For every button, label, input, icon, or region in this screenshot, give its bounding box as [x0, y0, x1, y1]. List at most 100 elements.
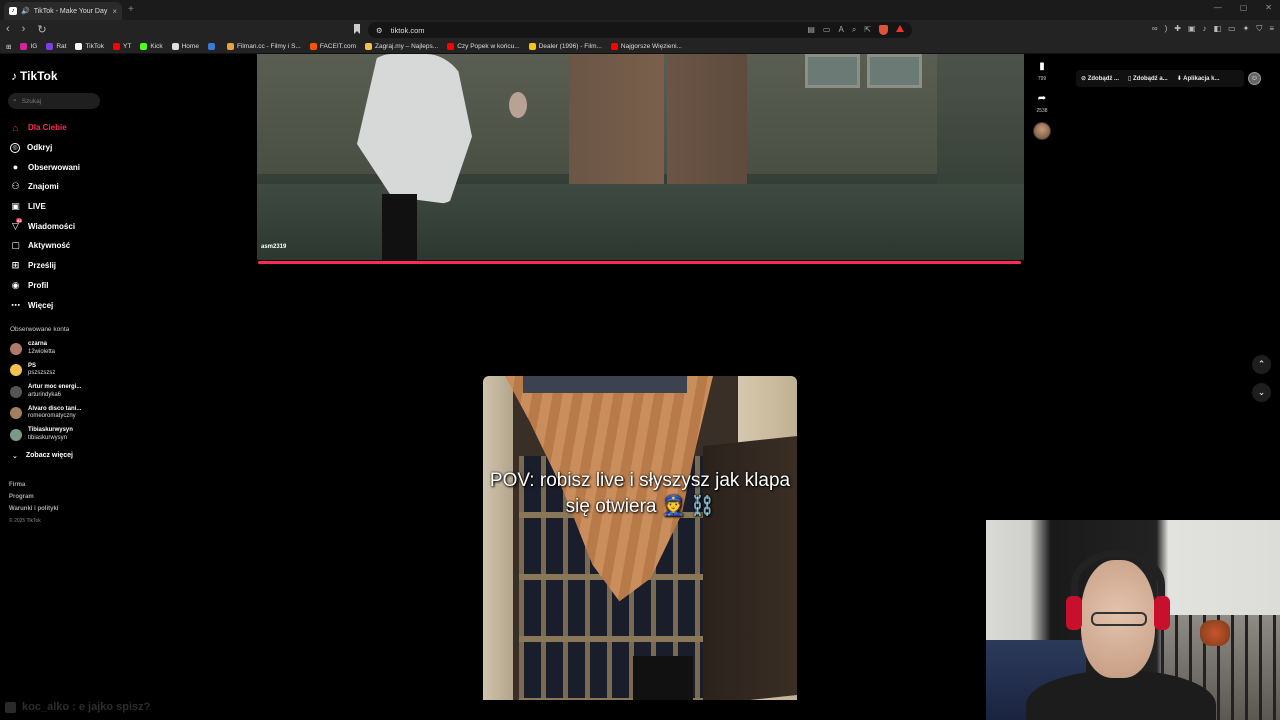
translate-icon[interactable]: A — [838, 25, 843, 35]
video-frame — [805, 54, 860, 88]
extensions-puzzle-icon[interactable]: ✚ — [1174, 24, 1181, 34]
sidebar-footer: Firma Program Warunki i polityki © 2025 … — [9, 479, 58, 527]
footer-link-company[interactable]: Firma — [9, 479, 58, 491]
browser-tab-tiktok[interactable]: ♪ 🔊 TikTok - Make Your Day × — [4, 2, 122, 20]
followed-accounts-heading: Obserwowane konta — [10, 326, 70, 333]
close-window-button[interactable]: ✕ — [1265, 3, 1272, 12]
tab-close-icon[interactable]: × — [112, 7, 117, 16]
bookmark-item[interactable]: Dealer (1996) - Film... — [528, 43, 602, 50]
tiktok-favicon-icon: ♪ — [9, 7, 17, 15]
search-placeholder: Szukaj — [21, 97, 42, 105]
sidebar-item-label: LIVE — [28, 202, 46, 212]
sidebar-item-activity[interactable]: ▢ Aktywność — [10, 236, 80, 256]
video-author[interactable]: asm2319 — [261, 244, 286, 250]
sidebar-item-label: Odkryj — [27, 143, 53, 153]
extension-icon[interactable]: ) — [1165, 24, 1168, 34]
video-player-1[interactable]: asm2319 — [257, 54, 1024, 260]
forward-button[interactable]: › — [22, 23, 26, 36]
bookmark-icon[interactable]: ▮ — [1034, 58, 1050, 74]
zoom-icon[interactable]: ⌕ — [852, 25, 856, 35]
bookmark-item[interactable]: TikTok — [75, 43, 104, 50]
bookmark-item[interactable]: Filman.cc - Filmy i S... — [226, 43, 301, 50]
reload-button[interactable]: ↻ — [37, 23, 46, 36]
extension-icon[interactable]: ∞ — [1152, 24, 1158, 34]
brave-shield-icon[interactable] — [879, 25, 888, 35]
video-frame — [357, 54, 472, 204]
sidebar-nav: ⌂ Dla Ciebie ◎ Odkryj ● Obserwowani ⚇ Znajomi ▣ L… — [10, 118, 80, 315]
bookmark-favicon-icon — [75, 43, 83, 50]
site-info-icon[interactable]: ⚙ — [376, 26, 383, 35]
followed-account[interactable]: Tibiaskurwysyn tibiaskurwysyn — [10, 424, 81, 446]
browser-toolbar: ‹ › ↻ ⚙ tiktok.com ▤ ▭ A ⌕ ⇱ ∞ ) ✚ ▣ ♪ ◧… — [0, 20, 1280, 40]
get-app-button[interactable]: ▯ Zdobądź a... — [1128, 75, 1168, 82]
sidebar-item-label: Aktywność — [28, 241, 71, 251]
bookmark-item[interactable]: Home — [171, 43, 199, 50]
bookmark-item[interactable]: Najgorsze Więzieni... — [610, 43, 682, 50]
new-tab-button[interactable]: + — [128, 4, 134, 15]
footer-link-terms[interactable]: Warunki i polityki — [9, 503, 58, 515]
followed-account[interactable]: PS pszszszsz — [10, 360, 81, 382]
menu-icon[interactable]: ≡ — [1269, 24, 1274, 34]
apps-grid-icon[interactable]: ⊞ — [6, 43, 11, 51]
bookmark-item[interactable]: Zagraj.my – Najleps... — [364, 43, 438, 50]
followed-account[interactable]: czarna 12wioletta — [10, 338, 81, 360]
sidebar-item-upload[interactable]: ⊞ Prześlij — [10, 256, 80, 276]
share-icon[interactable]: ➦ — [1034, 90, 1050, 106]
reader-icon[interactable]: ▤ — [807, 25, 815, 35]
video-player-2[interactable]: POV: robisz live i słyszysz jak klapa si… — [483, 376, 797, 700]
vpn-icon[interactable]: ⛉ — [1256, 24, 1262, 34]
music-icon[interactable]: ♪ — [1203, 24, 1207, 34]
install-icon[interactable]: ▭ — [823, 25, 831, 35]
brave-rewards-icon[interactable] — [896, 25, 904, 32]
share-page-icon[interactable]: ⇱ — [864, 25, 871, 35]
bookmark-label: Najgorsze Więzieni... — [620, 43, 682, 50]
sidebar-item-more[interactable]: ⋯ Więcej — [10, 295, 80, 315]
bookmark-favicon-icon — [171, 43, 179, 50]
sidebar-item-live[interactable]: ▣ LIVE — [10, 197, 80, 217]
sidebar-item-profile[interactable]: ◉ Profil — [10, 276, 80, 296]
webcam-frame — [1154, 596, 1170, 630]
sidebar-toggle-icon[interactable]: ◧ — [1214, 24, 1222, 34]
sidebar-item-home[interactable]: ⌂ Dla Ciebie — [10, 118, 80, 138]
bookmark-item[interactable]: YT — [113, 43, 131, 50]
chat-text: koc_alko : e jajko spisz? — [22, 701, 151, 713]
video-frame — [483, 376, 513, 700]
video-caption: POV: robisz live i słyszysz jak klapa si… — [489, 470, 791, 517]
extension-icon[interactable]: ▣ — [1188, 24, 1196, 34]
search-input[interactable]: ⌕ Szukaj — [8, 93, 100, 109]
sidebar-item-compass[interactable]: ◎ Odkryj — [10, 138, 80, 158]
back-button[interactable]: ‹ — [6, 23, 10, 36]
sidebar-item-label: Znajomi — [28, 182, 59, 192]
avatar — [10, 407, 22, 420]
footer-link-program[interactable]: Program — [9, 491, 58, 503]
wallet-icon[interactable]: ▭ — [1228, 24, 1236, 34]
sound-avatar[interactable] — [1033, 122, 1051, 140]
bookmark-item[interactable]: FACEIT.com — [309, 43, 356, 50]
scroll-down-button[interactable]: ⌄ — [1252, 383, 1271, 402]
desktop-app-button[interactable]: ⬇ Aplikacja k... — [1177, 75, 1220, 82]
bookmark-item[interactable]: Czy Popek w końcu... — [447, 43, 520, 50]
sidebar-item-label: Obserwowani — [28, 162, 81, 172]
minimize-button[interactable]: — — [1214, 3, 1222, 12]
bookmark-favicon-icon — [140, 43, 148, 50]
get-coins-button[interactable]: ⊘ Zdobądź ... — [1081, 75, 1119, 82]
address-bar[interactable]: ⚙ tiktok.com ▤ ▭ A ⌕ ⇱ — [368, 22, 912, 38]
sidebar-item-following[interactable]: ● Obserwowani — [10, 157, 80, 177]
user-avatar[interactable]: ☺ — [1248, 72, 1261, 85]
home-icon: ⌂ — [12, 122, 19, 133]
followed-account[interactable]: Artur moc energi... arturindyka6 — [10, 381, 81, 403]
bookmark-item[interactable]: IG — [20, 43, 37, 50]
sidebar-item-messages[interactable]: ▽ 84 Wiadomości — [10, 216, 80, 236]
tiktok-logo[interactable]: ♪ TikTok — [11, 69, 58, 83]
bookmark-item[interactable]: Rat — [46, 43, 66, 50]
leo-icon[interactable]: ✦ — [1243, 24, 1250, 34]
sidebar-item-friends[interactable]: ⚇ Znajomi — [10, 177, 80, 197]
see-more-button[interactable]: ⌄ Zobacz więcej — [10, 446, 81, 466]
maximize-button[interactable]: ▢ — [1240, 3, 1248, 12]
followed-account[interactable]: Alvaro disco tani... romeoromatyczny — [10, 403, 81, 425]
scroll-up-button[interactable]: ⌃ — [1252, 355, 1271, 374]
bookmark-page-icon[interactable] — [354, 24, 360, 34]
video-progress-bar[interactable] — [258, 261, 1021, 264]
bookmark-item[interactable]: Kick — [140, 43, 163, 50]
bookmark-item[interactable] — [207, 43, 218, 50]
